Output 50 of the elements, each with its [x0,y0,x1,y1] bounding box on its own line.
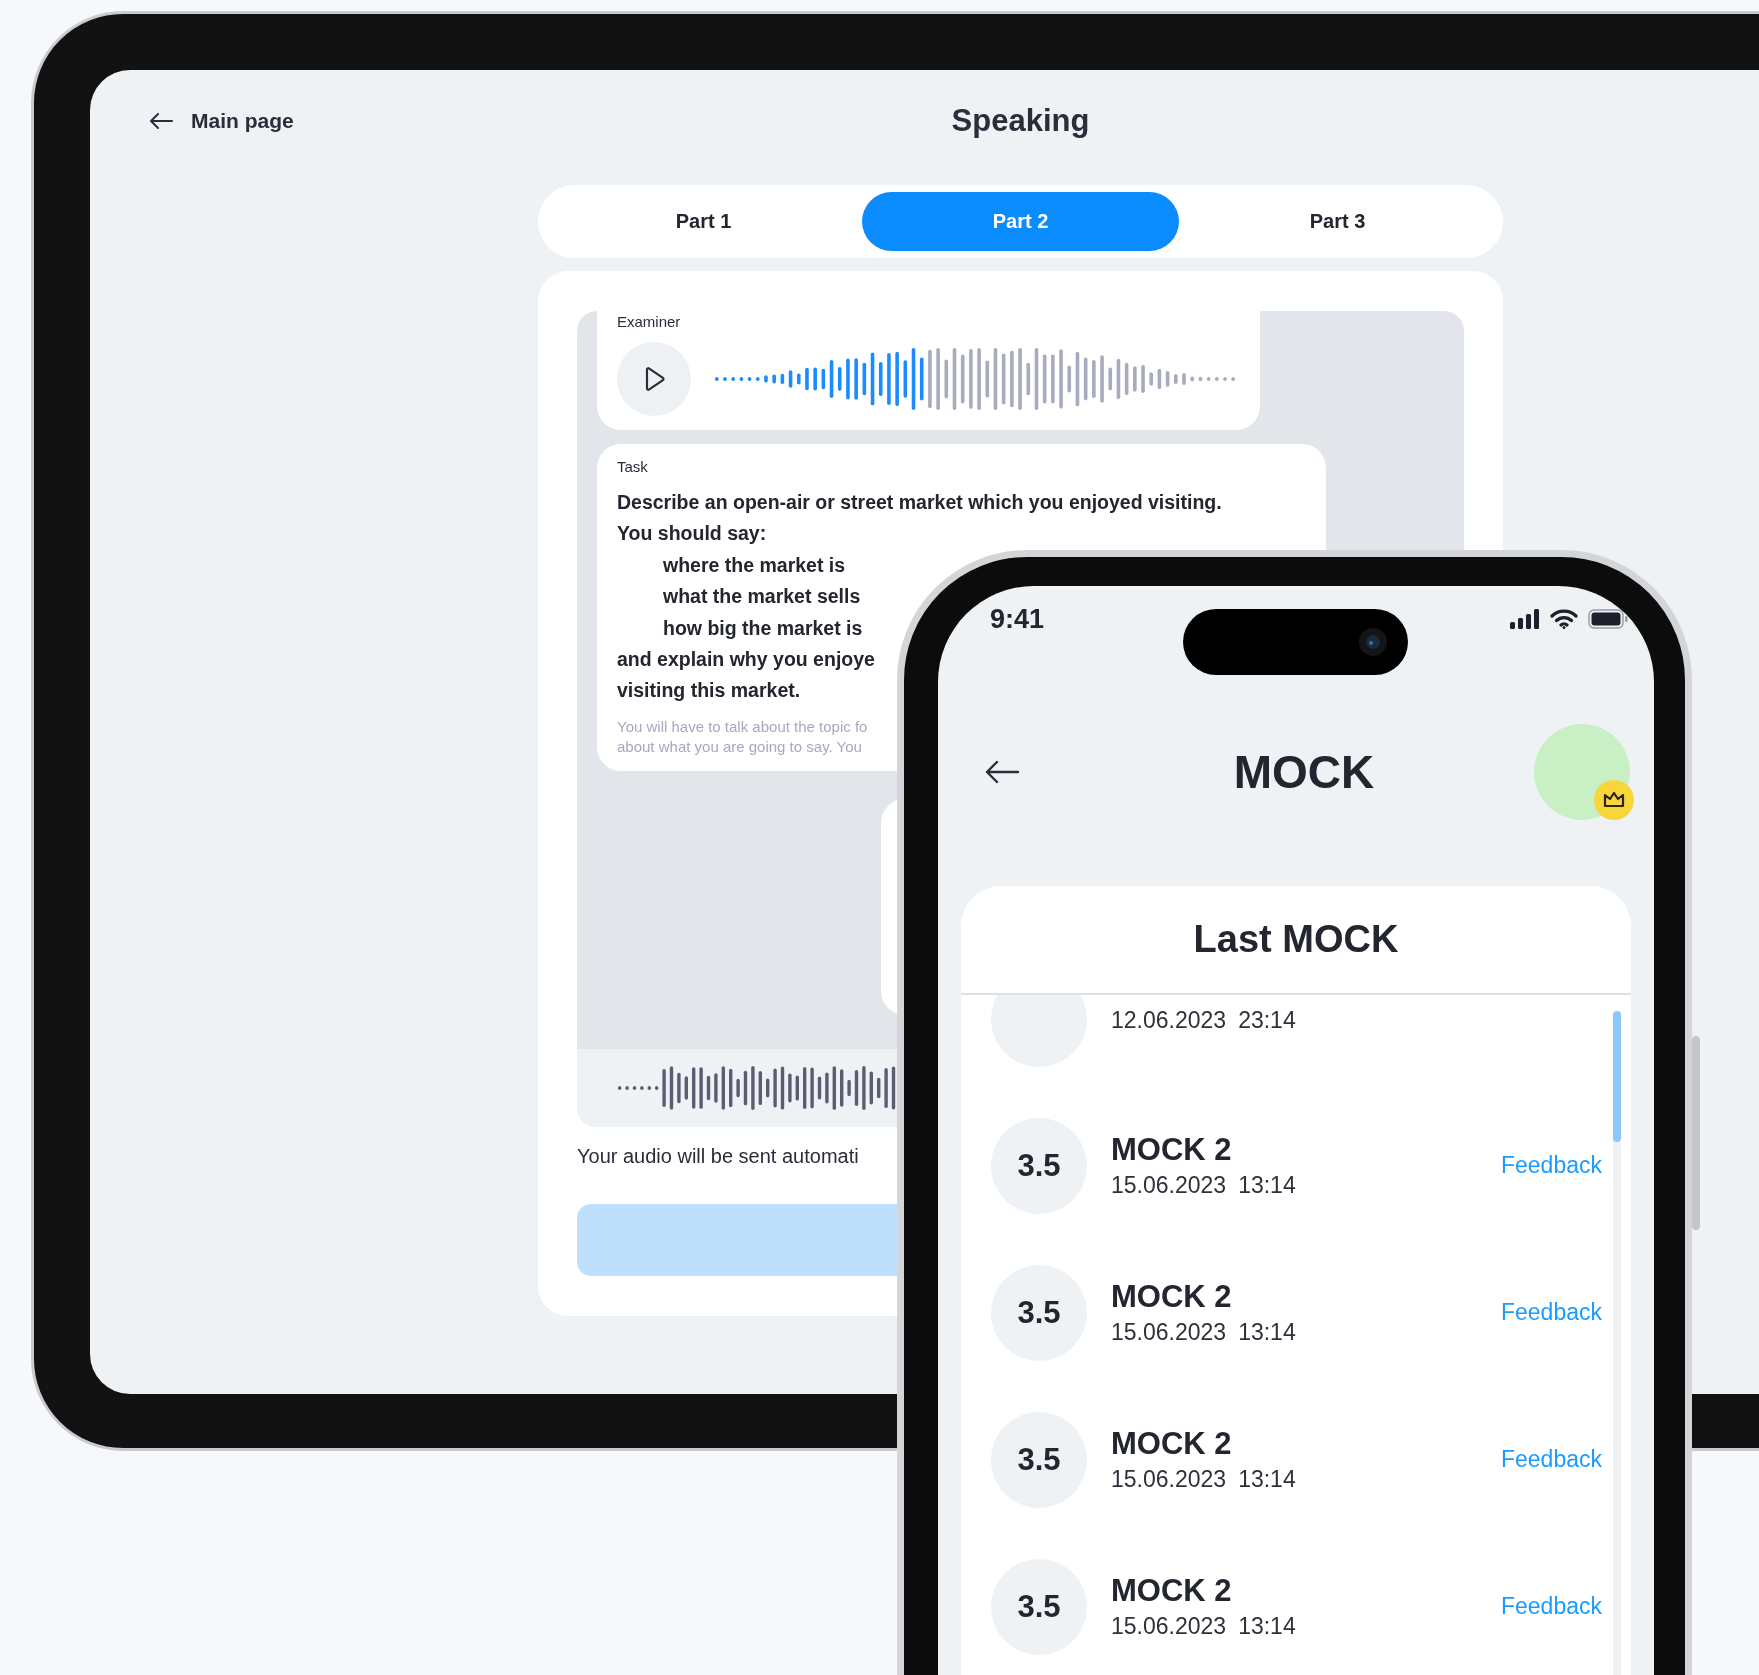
back-arrow-icon [149,112,173,130]
result-date: 12.06.2023 [1111,1007,1227,1034]
audio-notice: Your audio will be sent automati [577,1145,859,1168]
task-note: about what you are going to say. You [617,736,862,757]
result-date: 15.06.2023 [1111,1613,1227,1640]
camera-lens-icon [1358,627,1388,657]
task-text: how big the market is [662,615,863,641]
back-link[interactable]: Main page [149,109,294,133]
signal-icon [1510,609,1540,629]
wifi-icon [1550,609,1578,629]
score-circle: 3.5 [991,1411,1087,1508]
task-text: Describe an open-air or street market which you enjoyed visiting. [617,490,1222,515]
result-title: MOCK 2 [1111,1279,1233,1315]
feedback-link[interactable]: Feedback [1501,1446,1602,1473]
result-date: 15.06.2023 [1111,1319,1227,1346]
task-label: Task [617,457,649,475]
send-button[interactable] [577,1204,899,1276]
result-time: 13:14 [1238,1466,1296,1493]
part-tab[interactable]: Part 2 [862,192,1179,251]
result-time: 13:14 [1238,1172,1296,1199]
page-title: Speaking [950,103,1091,139]
result-time: 13:14 [1238,1613,1296,1640]
task-text: You should say: [617,521,767,547]
score-circle: 3.5 [991,1558,1087,1655]
examiner-label: Examiner [617,312,682,330]
part-tab[interactable]: Part 1 [545,192,862,251]
battery-icon [1588,609,1628,629]
task-note: You will have to talk about the topic fo [617,716,868,737]
result-title: MOCK 2 [1111,1573,1233,1609]
result-date: 15.06.2023 [1111,1466,1227,1493]
screen-title: MOCK [1233,745,1375,799]
crown-badge-icon [1594,780,1634,820]
result-title: MOCK 2 [1111,1132,1233,1168]
score-circle: 3.5 [991,1117,1087,1214]
feedback-link[interactable]: Feedback [1501,1593,1602,1620]
task-text: what the market sells [662,584,861,610]
score-circle: 3.5 [991,1264,1087,1361]
task-text: visiting this market. [617,678,801,704]
result-time: 13:14 [1238,1319,1296,1346]
result-date: 15.06.2023 [1111,1172,1227,1199]
back-button[interactable] [984,759,1020,785]
task-text: where the market is [662,552,846,578]
result-time: 23:14 [1238,1007,1296,1034]
feedback-link[interactable]: Feedback [1501,1299,1602,1326]
part-tab[interactable]: Part 3 [1179,192,1496,251]
scrollbar[interactable] [1613,1011,1621,1675]
task-text: and explain why you enjoye [617,647,875,673]
feedback-link[interactable]: Feedback [1501,1152,1602,1179]
result-title: MOCK 2 [1111,1426,1233,1462]
status-time: 9:41 [990,603,1045,635]
